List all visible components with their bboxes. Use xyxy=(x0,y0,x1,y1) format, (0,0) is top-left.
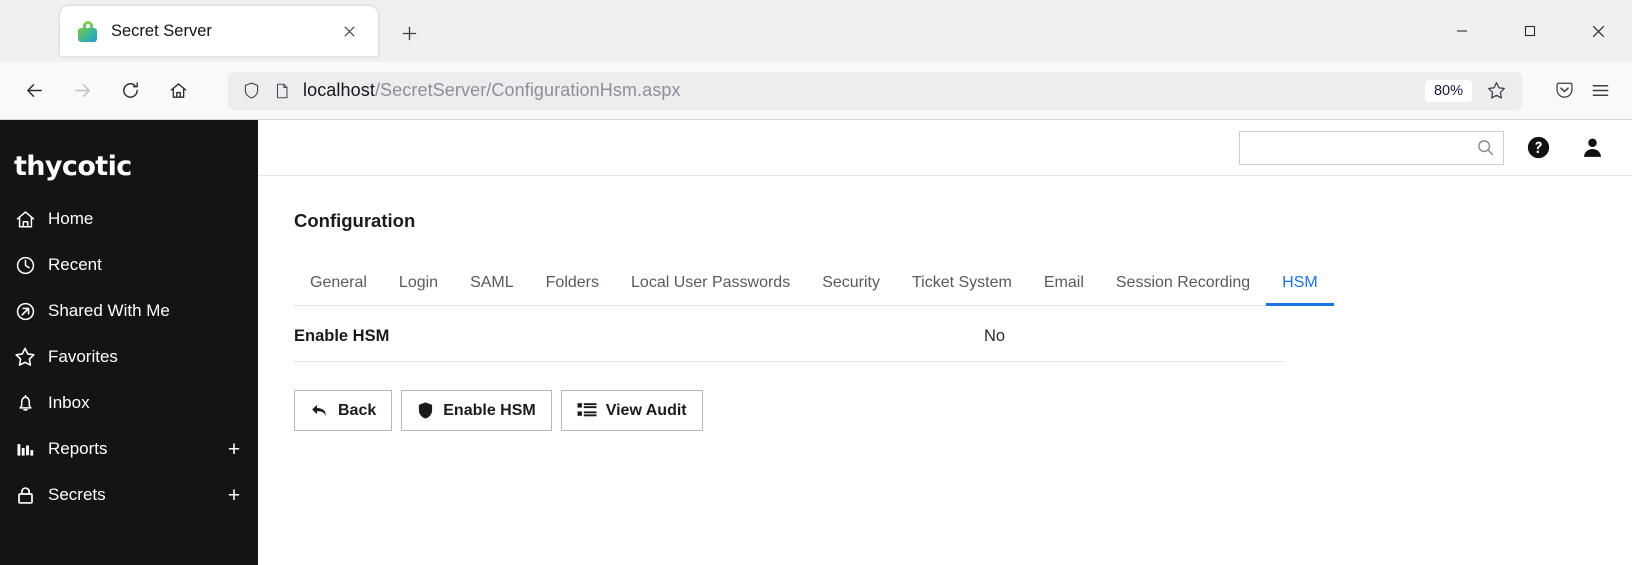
bell-icon xyxy=(12,393,38,414)
sidebar-item-favorites[interactable]: Favorites xyxy=(0,334,258,380)
reload-icon[interactable] xyxy=(110,73,150,109)
button-label: Back xyxy=(338,401,377,419)
home-icon[interactable] xyxy=(158,73,198,109)
star-icon xyxy=(12,346,38,368)
clock-icon xyxy=(12,255,38,276)
tab-strip: Secret Server xyxy=(0,0,424,62)
tab-local-user-passwords[interactable]: Local User Passwords xyxy=(615,274,806,306)
sidebar-item-label: Recent xyxy=(48,255,102,274)
padlock-icon xyxy=(78,20,97,42)
hamburger-menu-icon[interactable] xyxy=(1582,73,1618,109)
search-box[interactable] xyxy=(1239,130,1504,165)
tab-login[interactable]: Login xyxy=(383,274,454,306)
search-input[interactable] xyxy=(1250,139,1476,156)
bar-chart-icon xyxy=(12,439,38,460)
tab-saml[interactable]: SAML xyxy=(454,274,530,306)
maximize-icon[interactable] xyxy=(1496,0,1564,62)
window-close-icon[interactable] xyxy=(1564,0,1632,62)
browser-toolbar-right xyxy=(1546,73,1618,109)
sidebar-item-secrets[interactable]: Secrets + xyxy=(0,472,258,518)
thycotic-logo[interactable]: thycotic xyxy=(0,138,258,196)
window-controls xyxy=(1428,0,1632,62)
url-text: localhost/SecretServer/ConfigurationHsm.… xyxy=(303,80,1425,101)
page-viewport: thycotic Home Recent Shared With Me Favo… xyxy=(0,120,1632,565)
tab-title: Secret Server xyxy=(111,21,212,40)
sidebar-item-label: Home xyxy=(48,209,94,228)
search-icon[interactable] xyxy=(1476,138,1495,157)
browser-titlebar: Secret Server xyxy=(0,0,1632,62)
sidebar-item-label: Reports xyxy=(48,439,108,458)
page-icon xyxy=(273,82,291,100)
back-arrow-icon[interactable] xyxy=(14,73,54,109)
sidebar-item-label: Favorites xyxy=(48,347,118,366)
tab-session-recording[interactable]: Session Recording xyxy=(1100,274,1266,306)
configuration-tabs: General Login SAML Folders Local User Pa… xyxy=(294,274,1334,306)
zoom-level-badge[interactable]: 80% xyxy=(1424,79,1472,102)
browser-tab[interactable]: Secret Server xyxy=(60,6,378,56)
browser-window: Secret Server localhost/SecretServer/Con… xyxy=(0,0,1632,565)
lock-icon xyxy=(12,485,38,506)
tab-folders[interactable]: Folders xyxy=(530,274,615,306)
sidebar-item-shared-with-me[interactable]: Shared With Me xyxy=(0,288,258,334)
pocket-icon[interactable] xyxy=(1546,73,1582,109)
sidebar-item-recent[interactable]: Recent xyxy=(0,242,258,288)
app-sidebar: thycotic Home Recent Shared With Me Favo… xyxy=(0,120,258,565)
back-arrow-icon xyxy=(310,401,329,420)
button-label: View Audit xyxy=(605,401,687,419)
help-icon[interactable] xyxy=(1518,128,1558,168)
url-host: localhost xyxy=(303,80,375,100)
field-label: Enable HSM xyxy=(294,327,390,345)
enable-hsm-button[interactable]: Enable HSM xyxy=(401,390,552,431)
forward-arrow-icon xyxy=(62,73,102,109)
list-icon xyxy=(577,402,597,419)
new-tab-icon[interactable] xyxy=(394,18,424,48)
page-body: Configuration General Login SAML Folders… xyxy=(258,176,1632,431)
browser-navbar: localhost/SecretServer/ConfigurationHsm.… xyxy=(0,62,1632,120)
tab-hsm[interactable]: HSM xyxy=(1266,274,1334,306)
tab-ticket-system[interactable]: Ticket System xyxy=(896,274,1028,306)
back-button[interactable]: Back xyxy=(294,390,393,431)
minimize-icon[interactable] xyxy=(1428,0,1496,62)
tab-security[interactable]: Security xyxy=(806,274,896,306)
sidebar-item-label: Shared With Me xyxy=(48,301,170,320)
sidebar-item-home[interactable]: Home xyxy=(0,196,258,242)
sidebar-item-expander[interactable]: + xyxy=(226,439,242,460)
sidebar-item-expander[interactable]: + xyxy=(226,485,242,506)
star-icon[interactable] xyxy=(1478,73,1514,109)
user-icon[interactable] xyxy=(1572,128,1612,168)
shield-icon xyxy=(417,401,434,420)
tab-general[interactable]: General xyxy=(294,274,383,306)
app-header xyxy=(258,120,1632,176)
page-title: Configuration xyxy=(294,210,416,231)
url-path: /SecretServer/ConfigurationHsm.aspx xyxy=(374,80,681,100)
enable-hsm-row: Enable HSM No xyxy=(294,306,1284,362)
view-audit-button[interactable]: View Audit xyxy=(560,390,703,431)
sidebar-item-label: Inbox xyxy=(48,393,90,412)
home-icon xyxy=(12,209,38,230)
field-value: No xyxy=(984,327,1006,345)
share-arrow-icon xyxy=(12,301,38,322)
sidebar-item-inbox[interactable]: Inbox xyxy=(0,380,258,426)
url-bar[interactable]: localhost/SecretServer/ConfigurationHsm.… xyxy=(228,71,1522,110)
sidebar-item-reports[interactable]: Reports + xyxy=(0,426,258,472)
app-content: Configuration General Login SAML Folders… xyxy=(258,120,1632,565)
shield-icon xyxy=(242,81,261,100)
tab-email[interactable]: Email xyxy=(1028,274,1100,306)
button-label: Enable HSM xyxy=(443,401,536,419)
action-buttons: Back Enable HSM View Audit xyxy=(294,390,1596,431)
logo-text: thycotic xyxy=(14,150,132,182)
sidebar-item-label: Secrets xyxy=(48,485,106,504)
tab-close-icon[interactable] xyxy=(334,16,364,46)
